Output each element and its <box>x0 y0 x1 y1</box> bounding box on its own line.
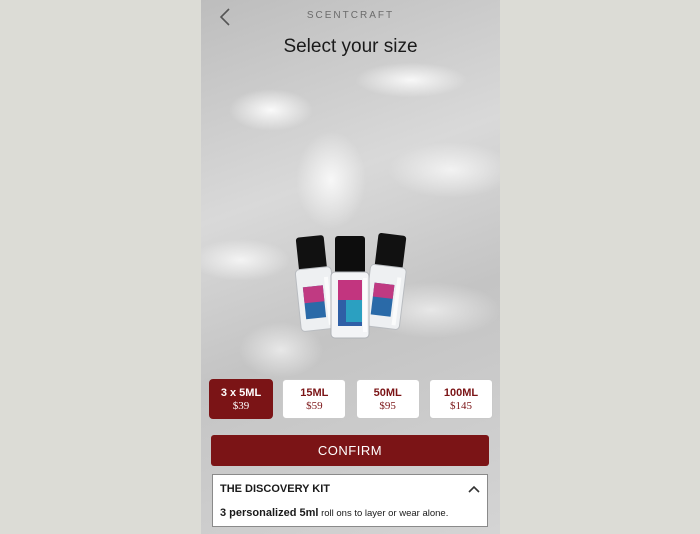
kit-title: THE DISCOVERY KIT <box>220 483 331 495</box>
mobile-screen: SCENTCRAFT Select your size 3 x 5ML $39 … <box>201 0 500 534</box>
kit-desc-rest: roll ons to layer or wear alone. <box>318 508 449 519</box>
size-option-100ml[interactable]: 100ML $145 <box>428 379 493 419</box>
size-price: $95 <box>379 399 396 412</box>
product-image <box>294 233 407 339</box>
discovery-kit-panel: THE DISCOVERY KIT 3 personalized 5ml rol… <box>212 474 488 527</box>
size-label: 15ML <box>300 386 329 399</box>
brand-name: SCENTCRAFT <box>306 10 395 21</box>
size-price: $39 <box>232 399 250 412</box>
chevron-up-icon <box>468 485 480 493</box>
size-price: $145 <box>449 399 472 412</box>
kit-desc-strong: 3 personalized 5ml <box>220 507 319 519</box>
size-label: 50ML <box>373 386 402 399</box>
size-option-3x5ml[interactable]: 3 x 5ML $39 <box>209 379 273 419</box>
size-options: 3 x 5ML $39 15ML $59 50ML $95 100ML $145 <box>209 379 493 419</box>
size-price: $59 <box>306 399 323 412</box>
kit-description: 3 personalized 5ml roll ons to layer or … <box>220 507 448 519</box>
confirm-button[interactable]: CONFIRM <box>211 435 489 466</box>
size-option-50ml[interactable]: 50ML $95 <box>355 379 420 419</box>
kit-accordion-header[interactable]: THE DISCOVERY KIT <box>220 481 481 497</box>
size-option-15ml[interactable]: 15ML $59 <box>282 379 347 419</box>
size-label: 100ML <box>443 386 479 399</box>
size-label: 3 x 5ML <box>220 386 262 399</box>
page-title: Select your size <box>283 36 418 57</box>
